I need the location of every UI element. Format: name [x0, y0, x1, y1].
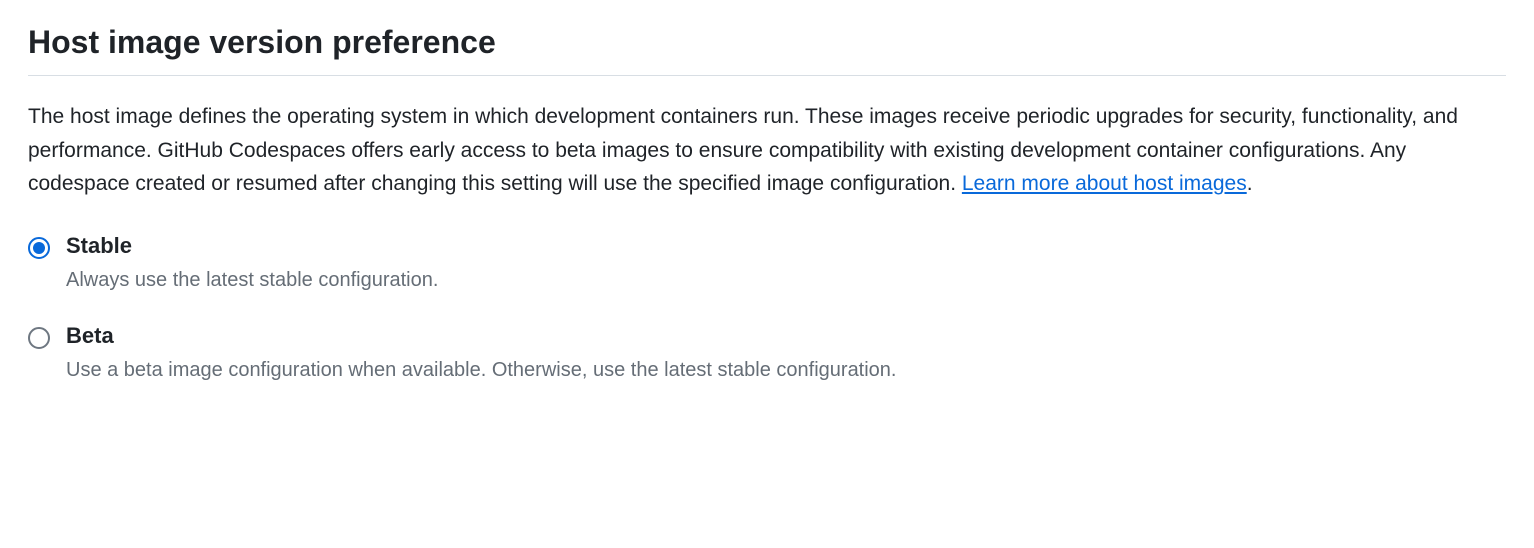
radio-label-stable[interactable]: Stable — [66, 233, 438, 259]
radio-stable[interactable] — [28, 237, 50, 259]
host-image-radio-group: Stable Always use the latest stable conf… — [28, 233, 1506, 385]
radio-description-stable: Always use the latest stable configurati… — [66, 265, 438, 295]
section-description: The host image defines the operating sys… — [28, 100, 1506, 201]
radio-option-beta: Beta Use a beta image configuration when… — [28, 323, 1506, 385]
radio-description-beta: Use a beta image configuration when avai… — [66, 355, 897, 385]
radio-option-stable: Stable Always use the latest stable conf… — [28, 233, 1506, 295]
radio-content-stable: Stable Always use the latest stable conf… — [66, 233, 438, 295]
radio-beta[interactable] — [28, 327, 50, 349]
radio-label-beta[interactable]: Beta — [66, 323, 897, 349]
radio-content-beta: Beta Use a beta image configuration when… — [66, 323, 897, 385]
learn-more-link[interactable]: Learn more about host images — [962, 172, 1247, 195]
section-title: Host image version preference — [28, 24, 1506, 76]
description-period: . — [1247, 172, 1253, 195]
